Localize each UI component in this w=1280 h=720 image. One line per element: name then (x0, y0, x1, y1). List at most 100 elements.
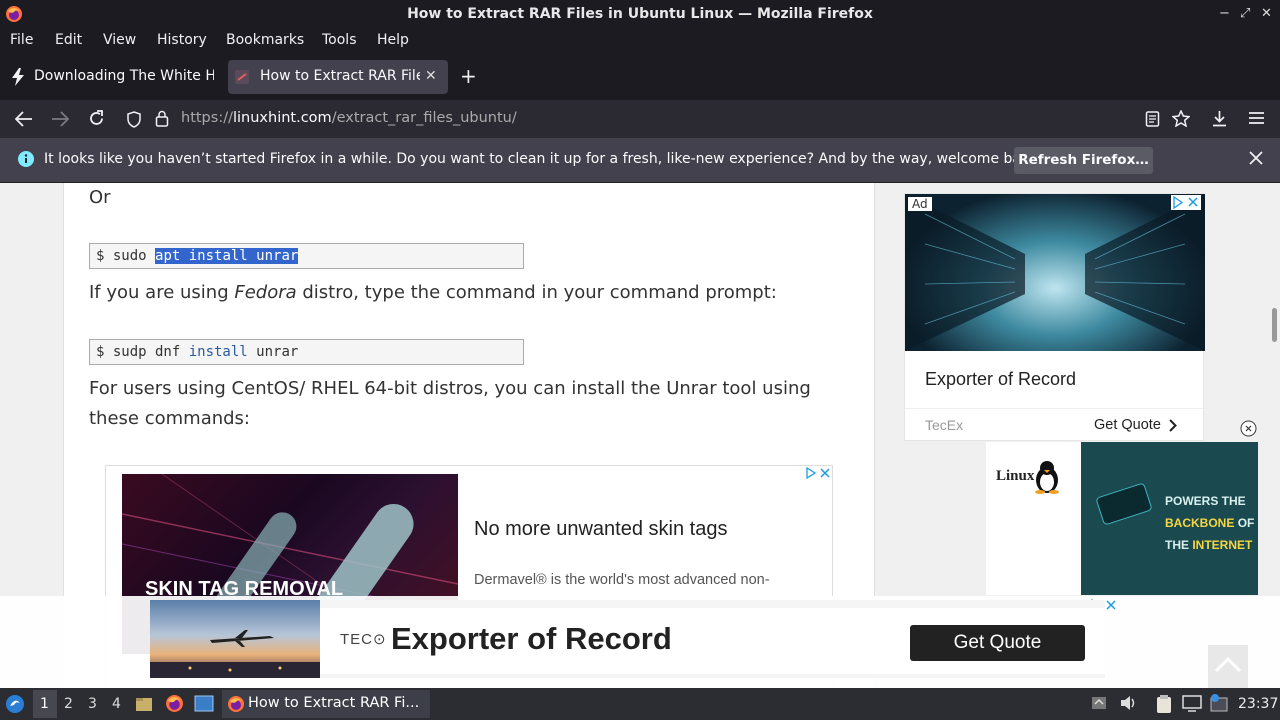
fedora-emphasis: Fedora (234, 282, 297, 303)
sidebar-ad[interactable]: Ad Exporter of Record TecEx Get Quote (904, 193, 1205, 441)
refresh-firefox-button[interactable]: Refresh Firefox… (1014, 147, 1153, 174)
clipboard-icon[interactable] (1155, 694, 1173, 714)
tab-label: Downloading The White House (34, 68, 214, 84)
linux-ad-line1: POWERS THE (1165, 494, 1246, 508)
workspace-1[interactable]: 1 (40, 696, 49, 712)
linux-ad-line2: BACKBONE (1165, 516, 1235, 530)
workspace-3[interactable]: 3 (88, 696, 97, 712)
firefox-launcher-icon[interactable] (165, 694, 184, 713)
taskbar-firefox-window[interactable]: How to Extract RAR Fi... (222, 690, 430, 718)
tab-downloading[interactable]: Downloading The White House (2, 60, 222, 94)
close-ad-icon[interactable] (1240, 420, 1257, 437)
info-icon (18, 151, 34, 167)
volume-icon[interactable] (1120, 695, 1138, 711)
menu-help[interactable]: Help (377, 32, 409, 48)
maximize-button[interactable]: ⤢ (1240, 6, 1250, 21)
linux-ad-tagline: POWERS THE BACKBONE OF THE INTERNET (1165, 490, 1254, 556)
forward-arrow-icon[interactable] (51, 111, 69, 127)
tecex-logo-text: TEC (340, 631, 373, 648)
notification-message: It looks like you haven’t started Firefo… (44, 151, 1043, 167)
site-favicon-icon (235, 70, 249, 84)
tracking-shield-icon[interactable] (127, 111, 141, 128)
bottom-sticky-ad[interactable]: TEC⊙ Exporter of Record Get Quote (0, 596, 1280, 688)
close-notification-icon[interactable] (1249, 151, 1263, 165)
ad-badge: Ad (908, 197, 932, 211)
linux-logo: Linux (996, 468, 1035, 484)
clock: 23:37 (1238, 696, 1279, 712)
new-tab-button[interactable]: + (460, 64, 477, 88)
menu-edit[interactable]: Edit (55, 32, 82, 48)
fedora-text-after: distro, type the command in your command… (296, 282, 777, 303)
downloads-icon[interactable] (1211, 110, 1228, 127)
ad-headline: No more unwanted skin tags (474, 518, 728, 540)
close-tab-icon[interactable]: ✕ (425, 68, 437, 84)
ad-body: Dermavel® is the world's most advanced n… (474, 572, 770, 588)
reader-view-icon[interactable] (1145, 111, 1160, 127)
desktop-icon[interactable] (194, 695, 214, 713)
workspace-2[interactable]: 2 (64, 696, 73, 712)
divider (905, 408, 1203, 409)
code-block-apt[interactable]: $ sudo apt install unrar (89, 243, 524, 269)
lock-icon[interactable] (155, 110, 169, 127)
menu-file[interactable]: File (10, 32, 33, 48)
linux-ad-line2b: OF (1237, 516, 1255, 530)
updates-icon[interactable] (1209, 693, 1229, 713)
linux-ad-line3: THE (1165, 538, 1189, 552)
code-block-dnf[interactable]: $ sudp dnf install unrar (89, 339, 524, 365)
airplane-image (150, 600, 320, 678)
server-room-image (905, 194, 1205, 351)
sidebar-ad-title: Exporter of Record (925, 369, 1077, 389)
adchoices-icon[interactable] (1171, 195, 1201, 210)
chevron-right-icon (1169, 419, 1177, 432)
file-manager-icon[interactable] (135, 695, 153, 713)
window-title: How to Extract RAR Files in Ubuntu Linux… (407, 6, 873, 22)
adchoices-icon[interactable] (804, 466, 832, 480)
url-prefix: https:// (181, 110, 233, 126)
menu-tools[interactable]: Tools (322, 32, 357, 48)
bookmark-star-icon[interactable] (1172, 110, 1190, 127)
bolt-icon (10, 68, 26, 86)
url-text[interactable]: https://linuxhint.com/extract_rar_files_… (181, 110, 517, 126)
tecex-logo: TEC⊙ (340, 631, 387, 648)
tray-notification-icon[interactable] (1091, 695, 1107, 711)
close-window-button[interactable]: ✕ (1261, 6, 1272, 21)
sidebar-ad-brand: TecEx (925, 417, 964, 433)
menu-bookmarks[interactable]: Bookmarks (226, 32, 304, 48)
tab-extract-rar[interactable]: How to Extract RAR Files ✕ (228, 60, 448, 94)
tux-penguin-icon (1034, 460, 1060, 494)
scrollbar-thumb[interactable] (1272, 308, 1277, 342)
or-text: Or (89, 187, 111, 208)
url-domain: linuxhint.com (232, 110, 332, 126)
tab-strip: Downloading The White House How to Extra… (0, 54, 1280, 100)
firefox-task-icon (227, 695, 245, 713)
code-selection: apt install unrar (155, 248, 299, 264)
taskbar: 1 2 3 4 How to Extract RAR Fi... 23:37 (0, 688, 1280, 720)
back-arrow-icon[interactable] (15, 111, 33, 127)
url-path: /extract_rar_files_ubuntu/ (331, 110, 517, 126)
notification-bar: It looks like you haven’t started Firefo… (0, 138, 1280, 183)
menu-view[interactable]: View (103, 32, 136, 48)
reload-icon[interactable] (88, 110, 105, 127)
bottom-ad-title: Exporter of Record (391, 621, 672, 656)
menu-bar: File Edit View History Bookmarks Tools H… (0, 28, 1280, 54)
menu-history[interactable]: History (157, 32, 207, 48)
title-bar: How to Extract RAR Files in Ubuntu Linux… (0, 0, 1280, 28)
get-quote-button[interactable]: Get Quote (910, 625, 1085, 661)
centos-paragraph-line1: For users using CentOS/ RHEL 64-bit dist… (89, 378, 811, 399)
fedora-text-before: If you are using (89, 282, 235, 303)
minimize-button[interactable]: − (1219, 6, 1230, 21)
app-menu-icon[interactable] (5, 694, 25, 714)
hamburger-menu-icon[interactable] (1249, 111, 1264, 125)
code-keyword: install (188, 344, 248, 360)
linux-ad-line3b: INTERNET (1192, 538, 1253, 552)
code-arg: unrar (247, 344, 299, 360)
scroll-to-top-button[interactable] (1208, 645, 1248, 688)
workspace-4[interactable]: 4 (112, 696, 121, 712)
display-icon[interactable] (1182, 695, 1202, 712)
sidebar-ad-cta[interactable]: Get Quote (1094, 417, 1161, 433)
linux-ad[interactable]: Linux POWERS THE BACKBONE OF THE INTERNE… (986, 442, 1258, 595)
device-image (1096, 483, 1152, 525)
tab-label: How to Extract RAR Files (260, 68, 420, 84)
centos-paragraph-line2: these commands: (89, 408, 250, 429)
fedora-paragraph: If you are using Fedora distro, type the… (89, 278, 777, 308)
